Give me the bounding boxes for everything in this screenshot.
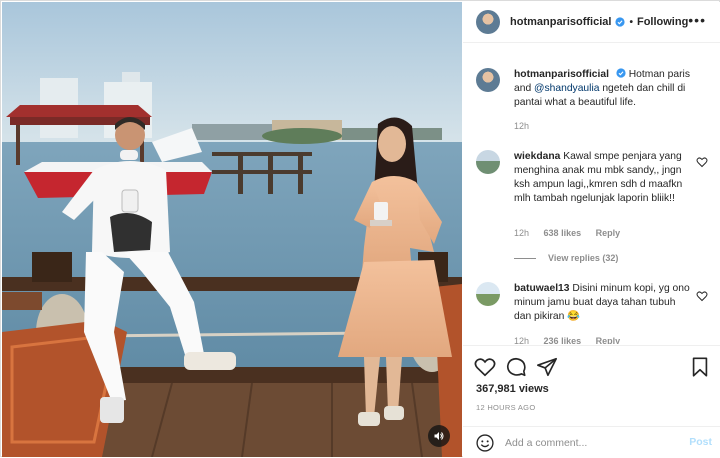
caption-text: hotmanparisofficial Hotman paris and @sh… [514,68,694,110]
comment-reply-button[interactable]: Reply [596,336,621,344]
verified-badge-icon [615,17,626,27]
comment-icon[interactable] [505,356,527,378]
comment-meta: 12h 236 likes Reply [514,336,632,344]
comments-list[interactable]: hotmanparisofficial Hotman paris and @sh… [463,44,720,344]
caption-mention-link[interactable]: @shandyaulia [534,83,599,94]
view-replies-button[interactable]: View replies (32) [514,253,618,263]
replies-line [514,257,536,259]
comment-time[interactable]: 12h [514,336,529,344]
post-comment-button[interactable]: Post [689,436,712,448]
post-sidebar: hotmanparisofficial • Following ••• hotm… [463,2,720,457]
comment-reply-button[interactable]: Reply [596,228,621,238]
more-horizontal-icon[interactable]: ••• [688,13,706,27]
post-timestamp[interactable]: 12 HOURS AGO [476,403,535,412]
comment-likes[interactable]: 638 likes [544,228,582,238]
video-frame-illustration [2,2,462,457]
commenter-avatar[interactable] [476,150,500,174]
post-header: hotmanparisofficial • Following ••• [463,2,720,43]
speaker-icon [434,432,444,440]
heart-icon[interactable] [474,356,496,378]
comment-meta: 12h 638 likes Reply [514,228,632,238]
verified-badge-icon [616,68,626,78]
comment-like-heart-icon[interactable] [696,156,708,168]
comment-body: batuwael13 Disini minum kopi, yg ono min… [514,282,694,324]
caption-meta: 12h [514,121,541,131]
view-replies-label: View replies (32) [548,253,619,263]
sound-toggle-button[interactable] [428,425,450,447]
following-button[interactable]: Following [637,16,688,28]
caption-username[interactable]: hotmanparisofficial [514,69,609,80]
comment-body: wiekdana Kawal smpe penjara yang menghin… [514,150,694,206]
share-icon[interactable] [536,356,558,378]
commenter-avatar[interactable] [476,282,500,306]
comment-input[interactable] [505,436,675,449]
emoji-icon[interactable] [475,433,495,453]
views-count[interactable]: 367,981 views [476,383,549,395]
post-video[interactable] [2,2,462,457]
bookmark-icon[interactable] [689,356,711,378]
caption-avatar[interactable] [476,68,500,92]
add-comment-bar: Post [463,426,720,458]
comment-username[interactable]: batuwael13 [514,283,570,294]
comment-time[interactable]: 12h [514,228,529,238]
caption-time[interactable]: 12h [514,121,529,131]
separator-dot: • [629,16,633,28]
post-actions: 367,981 views 12 HOURS AGO Post [463,345,720,457]
comment-like-heart-icon[interactable] [696,290,708,302]
comment-username[interactable]: wiekdana [514,151,560,162]
comment-likes[interactable]: 236 likes [544,336,582,344]
author-username[interactable]: hotmanparisofficial [510,16,611,28]
post-dialog: hotmanparisofficial • Following ••• hotm… [0,0,720,457]
author-avatar[interactable] [476,10,500,34]
